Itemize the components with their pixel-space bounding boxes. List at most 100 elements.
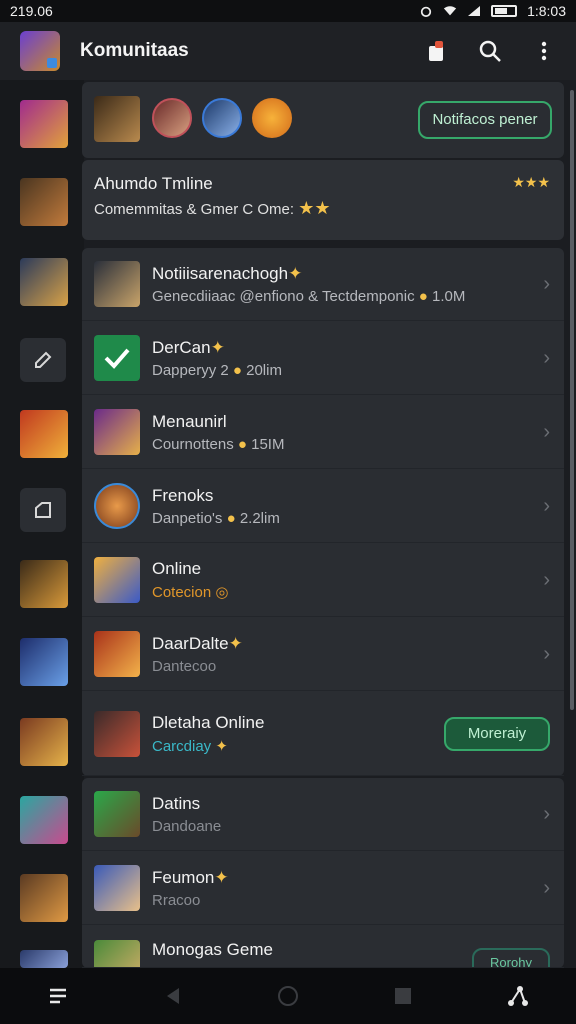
item-title: DerCan✦ [152,337,225,357]
notifications-button[interactable]: Notifacos pener [418,101,552,139]
chevron-right-icon: › [543,346,550,369]
home-button[interactable] [274,982,302,1010]
battery-icon [491,5,518,17]
item-subtitle: Carcdiay ✦ [152,737,228,755]
list-item[interactable]: Feumon✦ Rracoo › [82,852,564,925]
scrollbar[interactable] [570,90,574,710]
item-title: DaarDalte✦ [152,633,243,653]
list-item[interactable]: Datins Dandoane › [82,778,564,851]
list-item[interactable]: Online Cotecion ◎ › [82,544,564,617]
game-icon [94,865,140,911]
chevron-right-icon: › [543,272,550,295]
item-subtitle: Genecdiiaac @enfiono & Tectdemponic ● 1.… [152,287,466,305]
top-card: Notifacos pener [82,82,564,158]
list-item[interactable]: Frenoks Danpetio's ● 2.2lim › [82,470,564,543]
game-icon [94,261,140,307]
item-count: 1.0M [432,287,466,305]
menu-button[interactable] [44,982,72,1010]
feature-title: Ahumdo Tmline [94,174,213,193]
app-logo [20,31,60,71]
item-subtitle: Dantecoo [152,657,217,675]
chevron-right-icon: › [543,876,550,899]
folder-icon [35,502,51,518]
avatar[interactable] [152,98,192,138]
game-icon [94,483,140,529]
chevron-right-icon: › [543,802,550,825]
star-icon: ✦ [288,263,303,283]
list-item[interactable]: Monogas Geme Rorohy [82,926,564,968]
avatar[interactable] [252,98,292,138]
star-icon: ✦ [210,337,225,357]
system-nav-bar [0,968,576,1024]
rail-game-5[interactable] [20,560,68,608]
list-item[interactable]: Menaunirl Cournottens ● 15IM › [82,396,564,469]
coin-icon: ● [237,435,247,453]
back-button[interactable] [159,982,187,1010]
chevron-right-icon: › [543,642,550,665]
search-icon [479,40,501,62]
status-time-left: 219.06 [10,3,53,19]
item-title: Feumon✦ [152,867,229,887]
list-item[interactable]: DerCan✦ Dapperyy 2 ● 20lim › [82,322,564,395]
recents-icon [395,988,412,1004]
status-icons: 1:8:03 [419,3,566,19]
rail-edit-button[interactable] [20,338,66,382]
game-icon [94,557,140,603]
share-button[interactable] [504,982,532,1010]
item-subtitle: Dandoane [152,817,222,835]
more-icon [541,41,547,61]
app-actions [422,37,558,65]
more-button[interactable] [530,37,558,65]
game-icon [94,791,140,837]
rail-game-2[interactable] [20,178,68,226]
home-icon [277,986,298,1006]
item-title: Frenoks [152,485,214,505]
list-item[interactable]: Notiiisarenachogh✦ Genecdiiaac @enfiono … [82,248,564,321]
coin-icon: ● [232,361,242,379]
item-count: 2.2lim [239,509,280,527]
rail-game-6[interactable] [20,638,68,686]
left-rail [0,80,84,968]
status-time-right: 1:8:03 [527,3,566,19]
recents-button[interactable] [389,982,417,1010]
rail-game-10[interactable] [20,950,68,968]
rorohy-button[interactable]: Rorohy [472,948,550,967]
chevron-right-icon: › [543,420,550,443]
coin-icon: ◎ [215,584,229,601]
edit-icon [35,351,52,368]
wifi-icon [443,6,457,16]
item-title: Menaunirl [152,411,227,431]
signal-icon [468,6,481,16]
app-title: Komunitaas [80,40,189,61]
star-icon: ✦ [228,633,243,653]
more-button[interactable]: Moreraiy [444,716,550,751]
star-icon: ✦ [215,737,228,755]
menu-icon [49,988,66,1004]
item-count: 15IM [251,435,285,453]
rail-game-4[interactable] [20,410,68,458]
item-title: Online [152,559,202,578]
search-button[interactable] [476,37,504,65]
back-icon [166,988,179,1004]
rail-game-8[interactable] [20,796,68,844]
item-subtitle: Rracoo [152,891,201,909]
notification-button[interactable] [422,37,450,65]
rail-game-3[interactable] [20,258,68,306]
item-subtitle: Cotecion ◎ [152,584,229,601]
rail-game-7[interactable] [20,718,68,766]
chevron-right-icon: › [543,568,550,591]
item-title: Datins [152,793,201,813]
list-item[interactable]: Dletaha Online Carcdiay ✦ Moreraiy [82,692,564,776]
list-item[interactable]: DaarDalte✦ Dantecoo › [82,618,564,691]
feature-card[interactable]: Ahumdo Tmline Comemmitas & Gmer C Ome: ★… [82,160,564,240]
avatar[interactable] [94,96,140,142]
avatar[interactable] [202,98,242,138]
star-icon: ✦ [214,867,229,887]
rail-game-9[interactable] [20,874,68,922]
rail-game-1[interactable] [20,100,68,148]
rail-folder-button[interactable] [20,488,66,532]
item-subtitle: Cournottens ● 15IM [152,435,285,453]
app-bar: Komunitaas [0,22,576,80]
star-icon: ★★ [298,198,331,218]
chevron-right-icon: › [543,494,550,517]
